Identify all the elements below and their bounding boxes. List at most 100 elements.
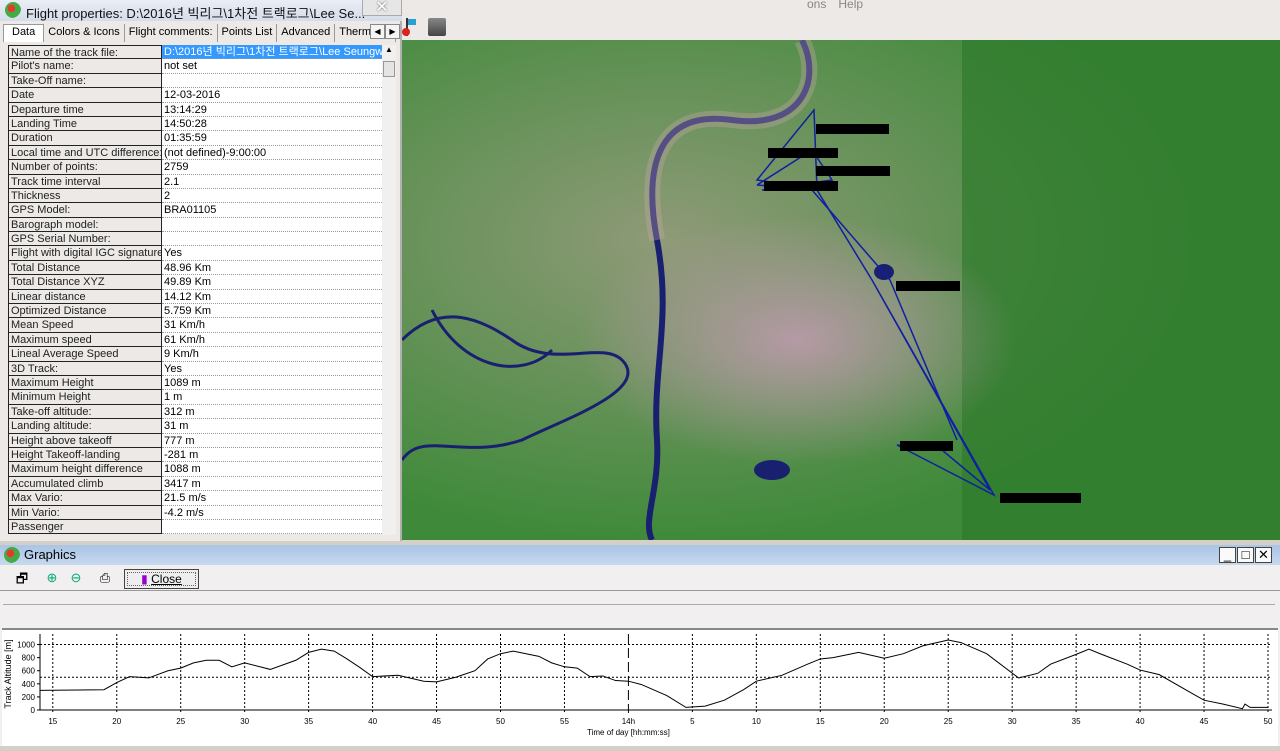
scroll-up-icon[interactable]: ▲	[385, 45, 393, 54]
table-row[interactable]: Height above takeoff777 m	[8, 434, 383, 448]
property-value[interactable]	[162, 218, 382, 232]
property-value[interactable]: 01:35:59	[162, 131, 382, 145]
close-icon[interactable]: ✕	[362, 0, 402, 16]
property-value[interactable]	[162, 74, 382, 88]
window-title-bar[interactable]: Graphics	[0, 545, 1280, 565]
property-value[interactable]: 31 Km/h	[162, 318, 382, 332]
property-value[interactable]: 2	[162, 189, 382, 203]
table-row[interactable]: GPS Serial Number:	[8, 232, 383, 246]
property-value[interactable]: 1088 m	[162, 462, 382, 476]
table-row[interactable]: Linear distance14.12 Km	[8, 290, 383, 304]
table-row[interactable]: Pilot's name:not set	[8, 59, 383, 73]
table-row[interactable]: Landing Time14:50:28	[8, 117, 383, 131]
menu-help[interactable]: Help	[838, 0, 863, 11]
table-row[interactable]: Lineal Average Speed9 Km/h	[8, 347, 383, 361]
tab-points-list[interactable]: Points List	[218, 24, 278, 42]
window-title-bar[interactable]: Flight properties: D:\2016년 빅리그\1차전 트랙로그…	[0, 0, 402, 21]
tab-flight-comments[interactable]: Flight comments:	[125, 24, 218, 42]
property-value[interactable]: 61 Km/h	[162, 333, 382, 347]
print-icon[interactable]: ⎙	[95, 570, 115, 588]
flag-icon[interactable]	[406, 18, 420, 36]
property-value[interactable]: 14:50:28	[162, 117, 382, 131]
table-row[interactable]: Take-Off name:	[8, 74, 383, 88]
property-value[interactable]: 2759	[162, 160, 382, 174]
table-row[interactable]: Minimum Height1 m	[8, 390, 383, 404]
table-row[interactable]: Maximum height difference1088 m	[8, 462, 383, 476]
property-value[interactable]: 21.5 m/s	[162, 491, 382, 505]
close-button[interactable]: ▮ Close	[124, 569, 199, 589]
tab-colors-icons[interactable]: Colors & Icons	[44, 24, 125, 42]
property-value[interactable]: 49.89 Km	[162, 275, 382, 289]
zoom-in-icon[interactable]: ⊕	[42, 570, 62, 588]
property-value[interactable]: 5.759 Km	[162, 304, 382, 318]
table-row[interactable]: Maximum Height1089 m	[8, 376, 383, 390]
property-value[interactable]: -281 m	[162, 448, 382, 462]
property-value[interactable]: 9 Km/h	[162, 347, 382, 361]
close-icon[interactable]: ✕	[1255, 547, 1272, 563]
table-row[interactable]: Height Takeoff-landing-281 m	[8, 448, 383, 462]
satellite-map[interactable]	[402, 40, 1280, 540]
tab-data[interactable]: Data	[3, 24, 44, 42]
table-row[interactable]: Optimized Distance5.759 Km	[8, 304, 383, 318]
property-value[interactable]: 3417 m	[162, 477, 382, 491]
table-row[interactable]: 3D Track:Yes	[8, 362, 383, 376]
table-row[interactable]: Local time and UTC difference: (not defi…	[8, 146, 383, 160]
toolbar-icon[interactable]	[428, 18, 446, 36]
app-icon	[5, 2, 21, 18]
scrollbar-thumb[interactable]	[383, 61, 395, 77]
arrow-left-icon[interactable]: ◀	[370, 24, 385, 39]
property-value[interactable]: 1089 m	[162, 376, 382, 390]
property-value[interactable]: 31 m	[162, 419, 382, 433]
property-value[interactable]	[162, 232, 382, 246]
property-value[interactable]: 1 m	[162, 390, 382, 404]
table-row[interactable]: Landing altitude:31 m	[8, 419, 383, 433]
altitude-chart[interactable]: 0200400600800100015202530354045505514h51…	[2, 628, 1278, 746]
property-value[interactable]: 2.1	[162, 175, 382, 189]
minimize-icon[interactable]: _	[1219, 547, 1236, 563]
menu-options[interactable]: ons	[807, 0, 826, 11]
property-value[interactable]	[162, 520, 382, 534]
altitude-line	[40, 640, 1268, 709]
property-value[interactable]: 13:14:29	[162, 103, 382, 117]
table-row[interactable]: Min Vario:-4.2 m/s	[8, 506, 383, 520]
table-row[interactable]: Track time interval2.1	[8, 175, 383, 189]
table-row[interactable]: Passenger	[8, 520, 383, 534]
table-row[interactable]: Total Distance48.96 Km	[8, 261, 383, 275]
table-row[interactable]: Thickness2	[8, 189, 383, 203]
property-label: GPS Serial Number:	[8, 232, 162, 246]
property-value[interactable]: 12-03-2016	[162, 88, 382, 102]
table-row[interactable]: Departure time13:14:29	[8, 103, 383, 117]
table-row[interactable]: Date12-03-2016	[8, 88, 383, 102]
property-value[interactable]: not set	[162, 59, 382, 73]
property-label: Name of the track file:	[8, 45, 162, 59]
table-row[interactable]: GPS Model:BRA01105	[8, 203, 383, 217]
table-row[interactable]: Accumulated climb3417 m	[8, 477, 383, 491]
table-row[interactable]: Maximum speed61 Km/h	[8, 333, 383, 347]
table-row[interactable]: Barograph model:	[8, 218, 383, 232]
zoom-out-icon[interactable]: ⊖	[66, 570, 86, 588]
table-row[interactable]: Number of points:2759	[8, 160, 383, 174]
property-value[interactable]: 14.12 Km	[162, 290, 382, 304]
property-value[interactable]: 777 m	[162, 434, 382, 448]
table-row[interactable]: Take-off altitude:312 m	[8, 405, 383, 419]
table-row[interactable]: Mean Speed31 Km/h	[8, 318, 383, 332]
property-value[interactable]: 48.96 Km	[162, 261, 382, 275]
map-image[interactable]	[402, 40, 1280, 540]
property-value[interactable]: 312 m	[162, 405, 382, 419]
arrow-right-icon[interactable]: ▶	[385, 24, 400, 39]
property-value[interactable]: D:\2016년 빅리그\1차전 트랙로그\Lee Seungwoo.I	[162, 45, 382, 59]
scrollbar[interactable]: ▲	[382, 45, 396, 535]
table-row[interactable]: Name of the track file:D:\2016년 빅리그\1차전 …	[8, 45, 383, 59]
property-value[interactable]: Yes	[162, 362, 382, 376]
maximize-icon[interactable]: □	[1237, 547, 1254, 563]
table-row[interactable]: Flight with digital IGC signature.Yes	[8, 246, 383, 260]
table-row[interactable]: Max Vario:21.5 m/s	[8, 491, 383, 505]
table-row[interactable]: Duration01:35:59	[8, 131, 383, 145]
property-value[interactable]: -4.2 m/s	[162, 506, 382, 520]
property-value[interactable]: Yes	[162, 246, 382, 260]
property-value[interactable]: (not defined)-9:00:00	[162, 146, 382, 160]
property-value[interactable]: BRA01105	[162, 203, 382, 217]
table-row[interactable]: Total Distance XYZ49.89 Km	[8, 275, 383, 289]
properties-icon[interactable]: 🗗	[12, 570, 32, 588]
tab-advanced[interactable]: Advanced	[277, 24, 335, 42]
